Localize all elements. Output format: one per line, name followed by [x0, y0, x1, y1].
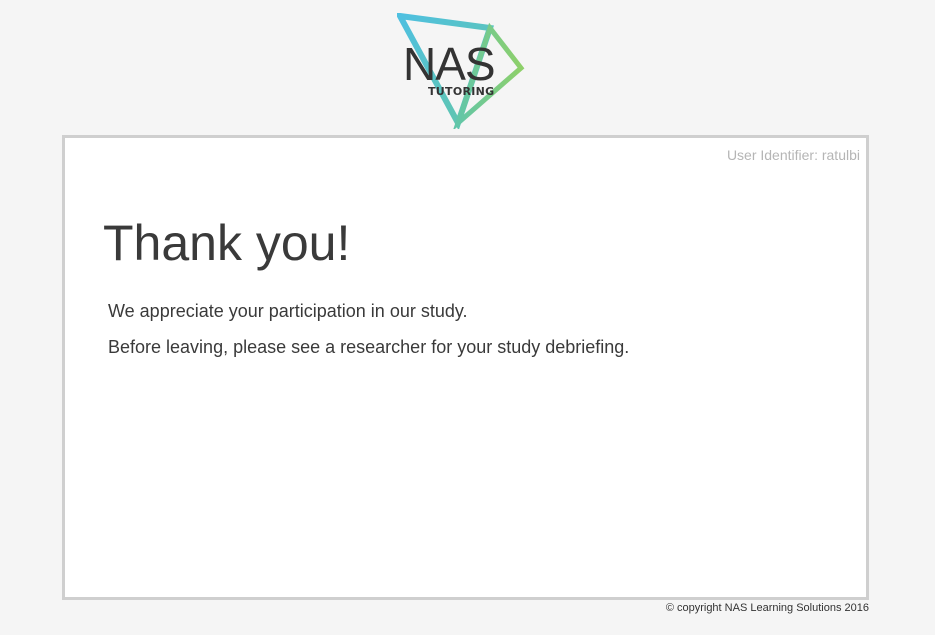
copyright-footer: © copyright NAS Learning Solutions 2016	[665, 602, 869, 614]
logo-subtitle: TUTORING	[428, 85, 495, 98]
appreciation-message: We appreciate your participation in our …	[108, 301, 468, 321]
user-identifier: User Identifier: ratulbi	[726, 147, 860, 163]
debriefing-message: Before leaving, please see a researcher …	[108, 337, 630, 357]
logo-wordmark: NAS	[403, 38, 496, 90]
main-panel: User Identifier: ratulbi Thank you! We a…	[62, 135, 869, 600]
nas-tutoring-logo: NAS TUTORING	[397, 13, 527, 129]
page-title: Thank you!	[103, 215, 351, 271]
